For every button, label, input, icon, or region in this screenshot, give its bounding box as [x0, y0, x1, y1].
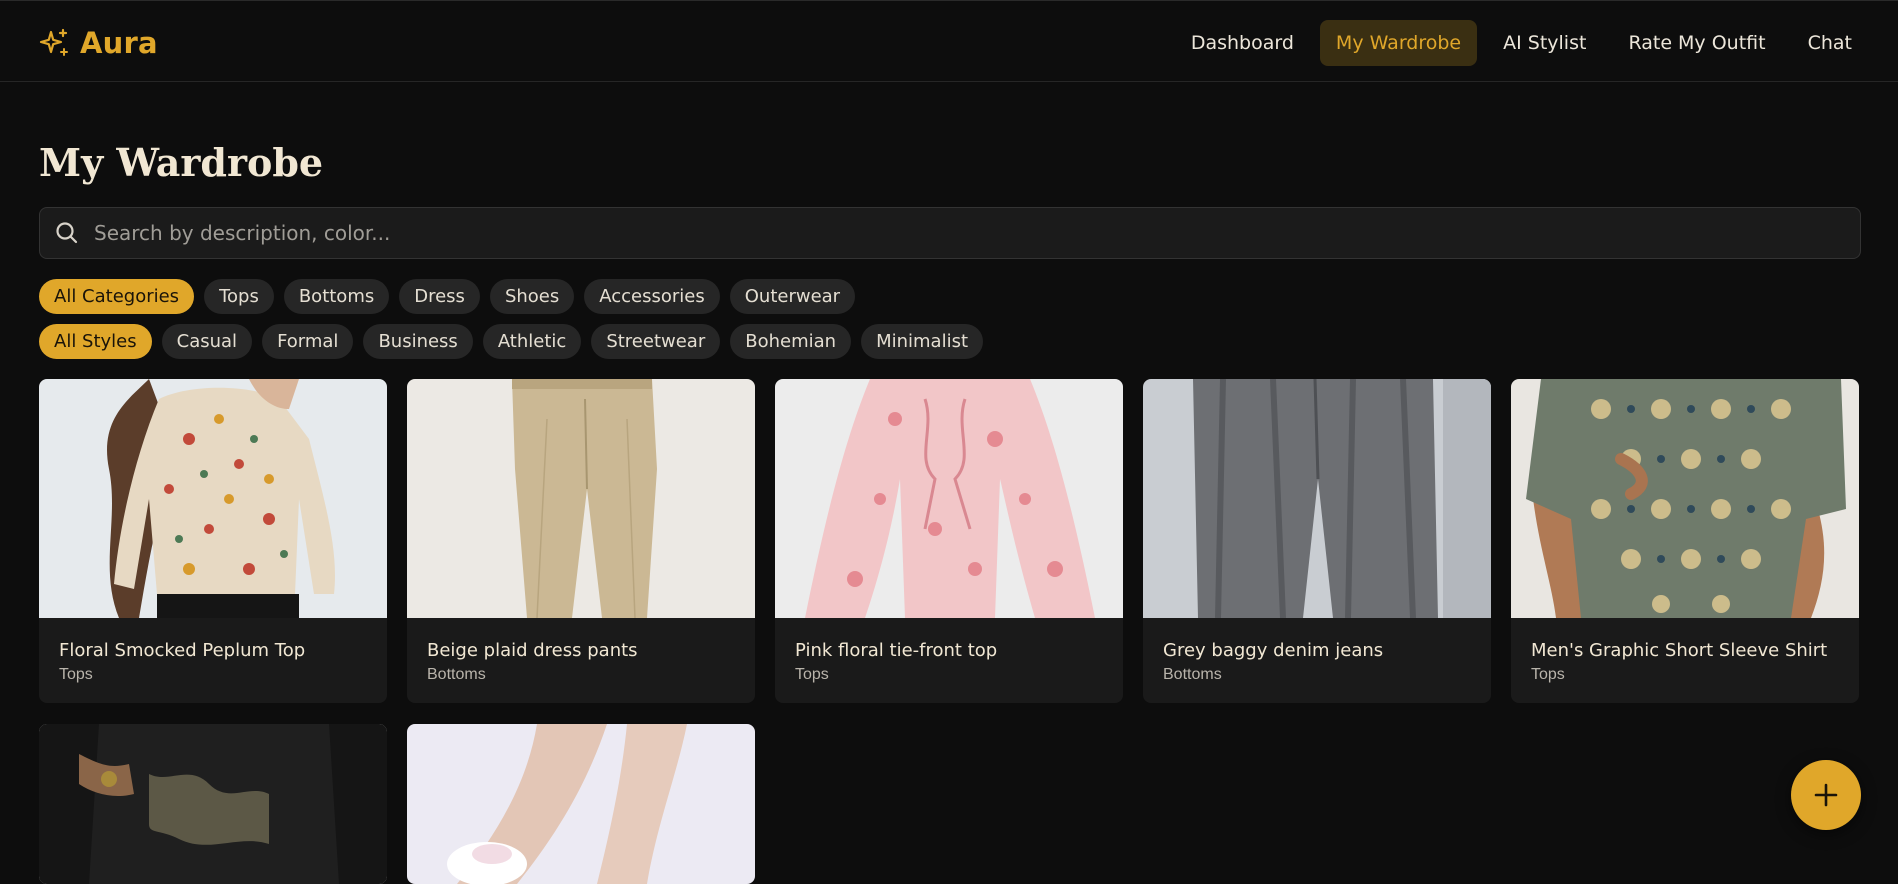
chip-all-categories[interactable]: All Categories	[39, 279, 195, 314]
chip-athletic[interactable]: Athletic	[482, 324, 582, 359]
item-category: Tops	[795, 666, 829, 683]
wardrobe-item-card[interactable]: Beige plaid dress pants Bottoms	[407, 379, 755, 703]
nav-my-wardrobe[interactable]: My Wardrobe	[1319, 20, 1478, 66]
nav-chat[interactable]: Chat	[1792, 20, 1868, 66]
item-name: Grey baggy denim jeans	[1163, 640, 1384, 661]
item-category: Bottoms	[427, 666, 486, 683]
category-filter: All Categories Tops Bottoms Dress Shoes …	[39, 279, 856, 314]
item-category: Tops	[1531, 666, 1565, 683]
item-name: Pink floral tie-front top	[795, 640, 998, 661]
wardrobe-item-card[interactable]: Grey baggy denim jeans Bottoms	[1143, 379, 1491, 703]
search-bar[interactable]	[39, 207, 1861, 259]
chip-bohemian[interactable]: Bohemian	[730, 324, 852, 359]
nav-ai-stylist[interactable]: AI Stylist	[1487, 20, 1602, 66]
chip-casual[interactable]: Casual	[161, 324, 253, 359]
chip-formal[interactable]: Formal	[262, 324, 354, 359]
chip-minimalist[interactable]: Minimalist	[861, 324, 984, 359]
item-category: Bottoms	[1163, 666, 1222, 683]
item-photo	[1143, 379, 1491, 618]
chip-business[interactable]: Business	[363, 324, 473, 359]
sparkles-icon	[39, 28, 68, 56]
item-photo	[1511, 379, 1859, 618]
wardrobe-item-card[interactable]: Pink floral tie-front top Tops	[775, 379, 1123, 703]
item-category: Tops	[59, 666, 93, 683]
chip-bottoms[interactable]: Bottoms	[283, 279, 390, 314]
item-photo	[775, 379, 1123, 618]
brand-name: Aura	[80, 26, 158, 60]
chip-all-styles[interactable]: All Styles	[39, 324, 152, 359]
top-navigation-bar: Aura Dashboard My Wardrobe AI Stylist Ra…	[0, 0, 1898, 82]
item-photo	[407, 724, 755, 884]
wardrobe-item-card[interactable]	[39, 724, 387, 884]
main-nav: Dashboard My Wardrobe AI Stylist Rate My…	[1175, 20, 1868, 66]
wardrobe-item-card[interactable]	[407, 724, 755, 884]
chip-dress[interactable]: Dress	[399, 279, 480, 314]
style-filter: All Styles Casual Formal Business Athlet…	[39, 324, 984, 359]
item-name: Beige plaid dress pants	[427, 640, 638, 661]
add-item-button[interactable]	[1791, 760, 1861, 830]
item-photo	[407, 379, 755, 618]
plus-icon	[1814, 783, 1838, 807]
brand-logo[interactable]: Aura	[38, 23, 158, 63]
chip-shoes[interactable]: Shoes	[489, 279, 575, 314]
page-title: My Wardrobe	[39, 140, 324, 185]
nav-rate-my-outfit[interactable]: Rate My Outfit	[1612, 20, 1781, 66]
wardrobe-item-card[interactable]: Floral Smocked Peplum Top Tops	[39, 379, 387, 703]
chip-accessories[interactable]: Accessories	[584, 279, 720, 314]
wardrobe-item-card[interactable]: Men's Graphic Short Sleeve Shirt Tops	[1511, 379, 1859, 703]
chip-outerwear[interactable]: Outerwear	[729, 279, 856, 314]
chip-streetwear[interactable]: Streetwear	[591, 324, 721, 359]
chip-tops[interactable]: Tops	[204, 279, 274, 314]
item-photo	[39, 724, 387, 884]
search-icon	[56, 222, 78, 244]
item-name: Men's Graphic Short Sleeve Shirt	[1531, 640, 1828, 661]
search-input[interactable]	[94, 208, 1860, 258]
item-name: Floral Smocked Peplum Top	[59, 640, 306, 661]
nav-dashboard[interactable]: Dashboard	[1175, 20, 1310, 66]
item-photo	[39, 379, 387, 618]
